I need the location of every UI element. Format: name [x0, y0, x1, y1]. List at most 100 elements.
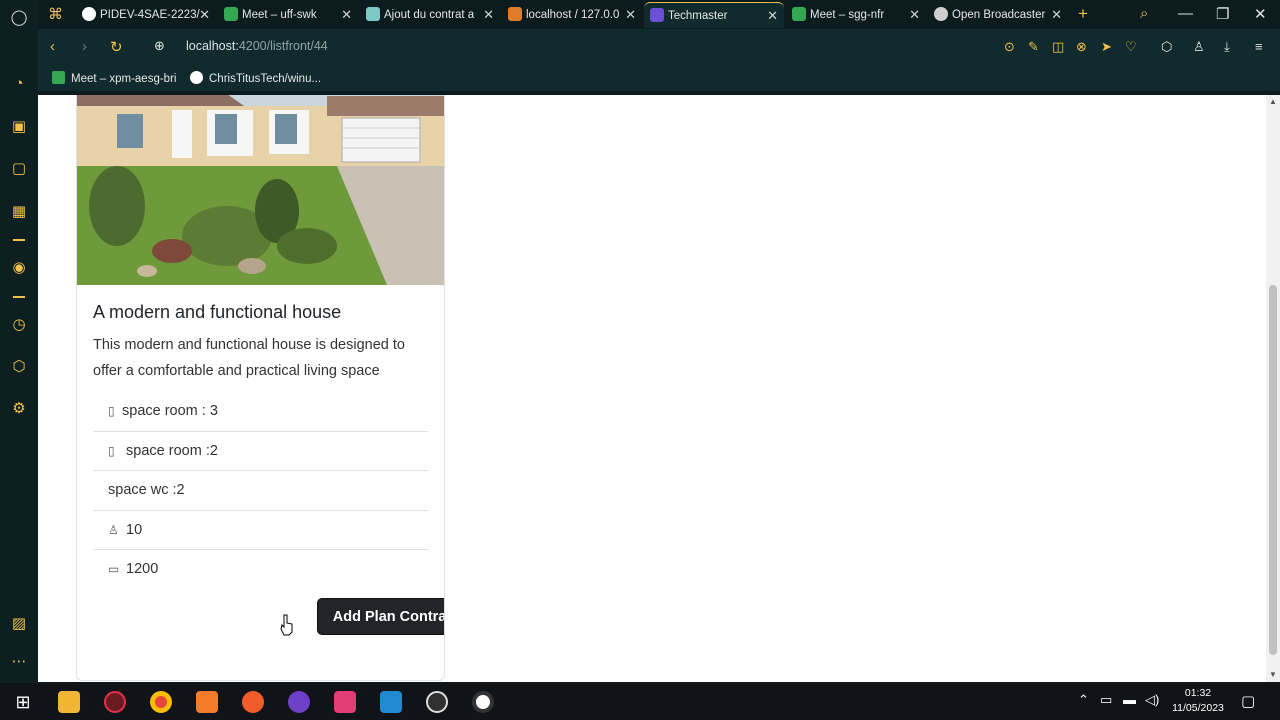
chrome-icon[interactable]: [150, 691, 172, 713]
tab-phpmyadmin[interactable]: localhost / 127.0.0 ✕: [502, 2, 642, 28]
tab-label: Open Broadcaster: [952, 9, 1046, 21]
speed-dial-icon[interactable]: ◔: [9, 74, 29, 94]
site-info-icon[interactable]: ⊕: [154, 38, 165, 54]
tab-pidev[interactable]: PIDEV-4SAE-2223/✕: [76, 2, 216, 28]
windows-taskbar: ⊞ ⌃ ▭ ▬ ◁) 01:32 11/05/2023 ▢: [0, 683, 1280, 720]
add-plan-contrat-button[interactable]: Add Plan Contrat: [317, 598, 444, 635]
tab-meet-1[interactable]: Meet – uff-swk ✕: [218, 2, 358, 28]
media-player-icon[interactable]: [472, 691, 494, 713]
tab-label: PIDEV-4SAE-2223/: [100, 9, 200, 21]
close-icon[interactable]: ✕: [625, 2, 636, 28]
cube-icon[interactable]: ⬡: [9, 357, 29, 377]
obs-icon[interactable]: [426, 691, 448, 713]
network-icon[interactable]: ▭: [1100, 692, 1112, 708]
close-icon[interactable]: ✕: [341, 2, 352, 28]
settings-icon[interactable]: ⚙: [9, 399, 29, 419]
forward-icon[interactable]: ›: [82, 38, 87, 55]
tab-label: Meet – sgg-nfr: [810, 9, 885, 21]
gallery-icon[interactable]: ▨: [9, 614, 29, 634]
tab-label: Ajout du contrat a: [384, 9, 475, 21]
minimize-icon[interactable]: —: [1178, 5, 1193, 22]
notifications-icon[interactable]: ▢: [1241, 692, 1255, 710]
extensions-icon[interactable]: ⬡: [1161, 39, 1172, 55]
gamepad-icon[interactable]: ⌘: [48, 5, 63, 23]
url-field[interactable]: localhost:4200/listfront/44: [186, 39, 328, 53]
postman-icon[interactable]: [242, 691, 264, 713]
windows-start-icon[interactable]: ⊞: [12, 691, 34, 713]
tray-overflow-icon[interactable]: ⌃: [1078, 692, 1089, 708]
shopping-icon[interactable]: ▣: [9, 117, 29, 137]
bookmark-github[interactable]: ChrisTitusTech/winu...: [190, 71, 321, 85]
url-host: localhost:: [186, 39, 239, 53]
scroll-down-icon[interactable]: ▼: [1269, 670, 1277, 679]
door-icon: ▯: [108, 404, 115, 418]
scrollbar[interactable]: ▲ ▼: [1266, 95, 1280, 682]
close-icon[interactable]: ✕: [909, 2, 920, 28]
plan-details-list: ▯ space room : 3 ▯ space room :2 space wc…: [93, 392, 428, 590]
opera-gx-icon[interactable]: [104, 691, 126, 713]
player-icon[interactable]: ◉: [9, 258, 29, 278]
close-icon[interactable]: ✕: [1051, 2, 1062, 28]
plan-title: A modern and functional house: [93, 302, 342, 322]
angular-icon: [650, 8, 664, 22]
new-tab-icon[interactable]: +: [1078, 4, 1088, 24]
bookmark-meet[interactable]: Meet – xpm-aesg-bri: [52, 71, 176, 85]
system-clock[interactable]: 01:32 11/05/2023: [1168, 686, 1228, 716]
bookmarks-bar: Meet – xpm-aesg-bri ChrisTitusTech/winu.…: [38, 65, 1280, 91]
detail-text: space wc :2: [108, 482, 185, 498]
github-icon: [190, 71, 203, 84]
xampp-icon[interactable]: [196, 691, 218, 713]
tab-techmaster[interactable]: Techmaster ✕: [644, 2, 784, 28]
close-icon[interactable]: ✕: [483, 2, 494, 28]
more-icon[interactable]: ⋯: [9, 652, 29, 672]
sidebar-divider: [13, 239, 25, 241]
twitch-icon[interactable]: ▢: [9, 159, 29, 179]
list-item: space wc :2: [93, 471, 428, 511]
detail-text: space room :2: [122, 442, 218, 459]
volume-icon[interactable]: ◁): [1145, 692, 1159, 708]
sidebar-divider: [13, 296, 25, 298]
restore-icon[interactable]: ❐: [1216, 5, 1229, 23]
tab-meet-2[interactable]: Meet – sgg-nfr ✕: [786, 2, 926, 28]
account-icon[interactable]: ♙: [1193, 39, 1205, 55]
address-bar: ‹ › ↻ ⊕ localhost:4200/listfront/44 ⊙ ✎ …: [38, 29, 1280, 65]
search-tabs-icon[interactable]: ⌕: [1140, 5, 1148, 22]
edit-icon[interactable]: ✎: [1028, 39, 1039, 55]
obs-icon: [934, 7, 948, 21]
reload-icon[interactable]: ↻: [110, 38, 123, 56]
meet-icon: [52, 71, 65, 84]
scrollbar-thumb[interactable]: [1269, 285, 1277, 655]
meet-icon: [792, 7, 806, 21]
bookmark-label: Meet – xpm-aesg-bri: [71, 73, 177, 85]
github-icon: [82, 7, 96, 21]
house-photo: [77, 95, 444, 285]
close-icon[interactable]: ✕: [767, 3, 778, 28]
credit-card-icon: ▭: [108, 562, 120, 576]
zoom-icon[interactable]: ⊙: [1004, 39, 1015, 55]
file-explorer-icon[interactable]: [58, 691, 80, 713]
close-window-icon[interactable]: ✕: [1254, 5, 1267, 23]
detail-text: 10: [122, 521, 143, 538]
heart-icon[interactable]: ♡: [1125, 39, 1137, 55]
intellij-icon[interactable]: [334, 691, 356, 713]
scroll-up-icon[interactable]: ▲: [1269, 97, 1277, 106]
person-icon: ♙: [108, 522, 119, 537]
github-desktop-icon[interactable]: [288, 691, 310, 713]
adblock-icon[interactable]: ⊗: [1076, 39, 1087, 55]
battery-icon[interactable]: ▬: [1123, 692, 1136, 707]
history-icon[interactable]: ◷: [9, 315, 29, 335]
tab-obs[interactable]: Open Broadcaster ✕: [928, 2, 1068, 28]
download-icon[interactable]: ⤓: [1224, 39, 1230, 55]
menu-icon[interactable]: ≡: [1255, 39, 1263, 54]
close-icon[interactable]: ✕: [199, 2, 210, 28]
tab-ajout-contrat[interactable]: Ajout du contrat a ✕: [360, 2, 500, 28]
camera-icon[interactable]: ◫: [1052, 39, 1064, 55]
tab-label: localhost / 127.0.0: [526, 9, 620, 21]
clock-date: 11/05/2023: [1172, 702, 1224, 714]
opera-logo-icon[interactable]: ◯: [9, 8, 29, 28]
send-icon[interactable]: ➤: [1101, 39, 1112, 55]
detail-text: space room : 3: [122, 403, 218, 419]
vscode-icon[interactable]: [380, 691, 402, 713]
back-icon[interactable]: ‹: [50, 38, 55, 55]
chip-icon[interactable]: ▦: [9, 202, 29, 222]
